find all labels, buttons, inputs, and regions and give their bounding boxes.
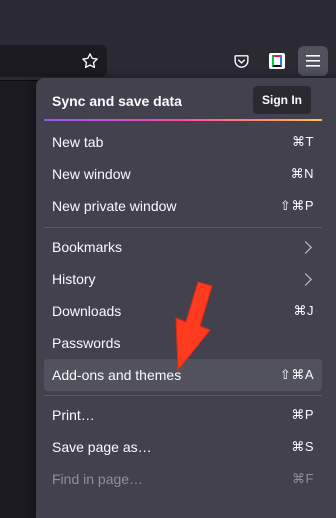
menu-item-find-in-page: Find in page… ⌘F: [44, 463, 322, 495]
browser-toolbar: [0, 0, 336, 80]
app-menu-panel: Sync and save data Sign In New tab ⌘T Ne…: [36, 78, 336, 518]
menu-item-label: New tab: [52, 134, 104, 150]
extension-logo: [269, 53, 285, 69]
menu-item-new-private-window[interactable]: New private window ⇧⌘P: [44, 190, 322, 222]
menu-item-label: History: [52, 271, 96, 287]
menu-item-shortcut: ⌘N: [290, 166, 314, 181]
chevron-right-icon: [299, 272, 312, 286]
menu-item-addons-and-themes[interactable]: Add-ons and themes ⇧⌘A: [44, 359, 322, 391]
extension-icon[interactable]: [262, 46, 292, 76]
menu-item-shortcut: ⌘P: [291, 407, 314, 422]
menu-item-label: Downloads: [52, 303, 122, 319]
menu-item-label: Bookmarks: [52, 239, 123, 255]
menu-item-shortcut: ⌘T: [292, 134, 314, 149]
menu-item-label: Find in page…: [52, 471, 144, 487]
menu-item-passwords[interactable]: Passwords: [44, 327, 322, 359]
menu-item-downloads[interactable]: Downloads ⌘J: [44, 295, 322, 327]
menu-item-print[interactable]: Print… ⌘P: [44, 399, 322, 431]
menu-item-new-tab[interactable]: New tab ⌘T: [44, 126, 322, 158]
sign-in-button[interactable]: Sign In: [253, 86, 311, 114]
bookmark-star-icon[interactable]: [76, 48, 104, 74]
menu-item-shortcut: ⇧⌘P: [279, 198, 314, 213]
menu-item-save-page-as[interactable]: Save page as… ⌘S: [44, 431, 322, 463]
chevron-right-icon: [299, 240, 312, 254]
menu-item-shortcut: ⌘F: [292, 471, 314, 486]
menu-item-label: New window: [52, 166, 131, 182]
menu-item-bookmarks[interactable]: Bookmarks: [44, 231, 322, 263]
menu-item-label: Save page as…: [52, 439, 152, 455]
menu-item-label: Add-ons and themes: [52, 367, 182, 383]
menu-item-new-window[interactable]: New window ⌘N: [44, 158, 322, 190]
menu-separator: [44, 395, 322, 396]
menu-item-shortcut: ⇧⌘A: [279, 367, 314, 382]
menu-item-label: New private window: [52, 198, 177, 214]
menu-separator: [44, 227, 322, 228]
menu-item-label: Passwords: [52, 335, 121, 351]
sync-title: Sync and save data: [52, 93, 182, 109]
menu-item-shortcut: ⌘S: [291, 439, 314, 454]
sync-divider: [44, 119, 322, 121]
menu-item-shortcut: ⌘J: [293, 303, 314, 318]
menu-item-history[interactable]: History: [44, 263, 322, 295]
menu-item-label: Print…: [52, 407, 95, 423]
hamburger-menu-icon[interactable]: [298, 46, 328, 76]
pocket-icon[interactable]: [226, 46, 256, 76]
